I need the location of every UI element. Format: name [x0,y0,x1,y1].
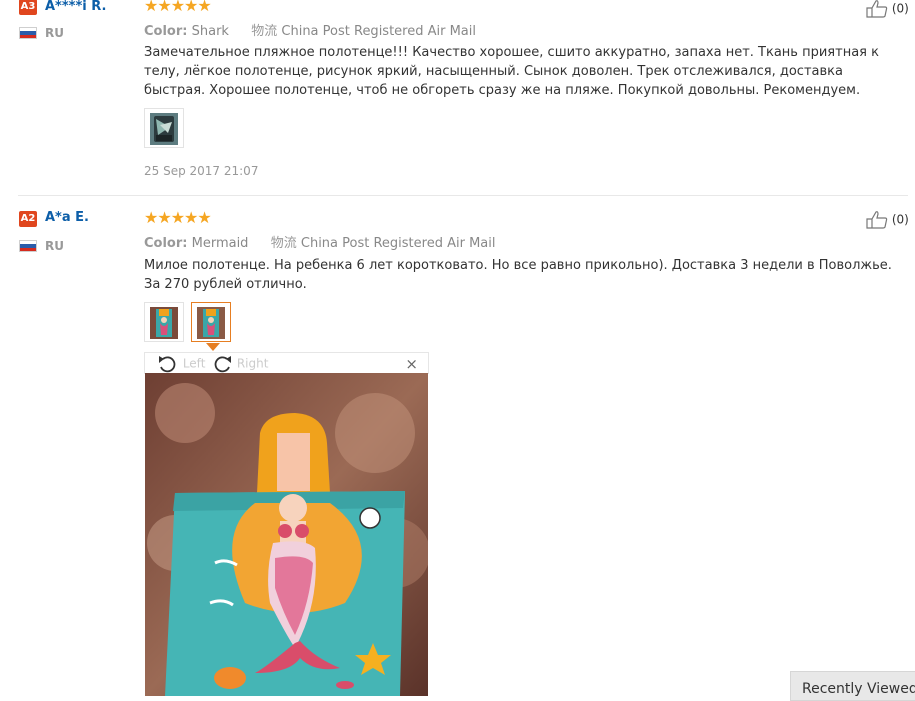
review-attributes: Color: Mermaid 物流 China Post Registered … [144,232,495,251]
review-photo-image [197,307,225,339]
rotate-right-button[interactable]: Right [211,355,268,373]
color-label: Color: [144,236,188,251]
review-photo-image [150,307,178,339]
star-rating: ★★★★★ [144,208,212,227]
reviewer-country: RU [45,26,64,40]
review-text: Замечательное пляжное полотенце!!! Качес… [144,45,879,98]
russia-flag-icon [19,27,37,39]
buyer-level-badge: A3 [19,0,37,15]
shipping-label: 物流 [251,24,278,39]
helpful-count: (0) [891,1,909,16]
review-date: 25 Sep 2017 21:07 [144,164,259,178]
color-value: Mermaid [191,236,249,251]
helpful-button[interactable]: (0) [866,211,909,229]
color-label: Color: [144,24,188,39]
reviewer-name[interactable]: A*a E. [45,210,89,225]
rotate-right-icon [214,356,231,373]
review-photo-thumbnail[interactable] [144,302,184,342]
reviewer-name[interactable]: A****i R. [45,0,106,14]
thumbs-up-icon [866,0,888,18]
selected-thumbnail-caret [206,343,220,351]
helpful-button[interactable]: (0) [866,0,909,18]
color-value: Shark [191,24,229,39]
shipping-value: China Post Registered Air Mail [281,24,476,39]
review-divider [18,195,908,196]
recently-viewed-tab[interactable]: Recently Viewed [790,671,915,701]
shipping-value: China Post Registered Air Mail [300,236,496,251]
review-photo-thumbnail-selected[interactable] [191,302,231,342]
russia-flag-icon [19,240,37,252]
helpful-count: (0) [891,212,909,227]
enlarged-review-photo [145,373,428,696]
rotate-left-label: Left [182,356,206,371]
photo-viewer-toolbar: Left Right × [144,352,429,374]
reviewer-country: RU [45,239,64,253]
buyer-level-badge: A2 [19,211,37,227]
close-viewer-button[interactable]: × [405,355,418,373]
thumbs-up-icon [866,211,888,229]
mermaid-towel-photo [145,373,428,696]
shipping-label: 物流 [270,236,297,251]
review-text: Милое полотенце. На ребенка 6 лет коротк… [144,258,892,292]
rotate-right-label: Right [236,356,269,371]
review-attributes: Color: Shark 物流 China Post Registered Ai… [144,20,476,39]
rotate-left-button[interactable]: Left [157,355,205,373]
review-photo-thumbnail[interactable] [144,108,184,148]
review-photo-image [150,113,178,145]
star-rating: ★★★★★ [144,0,212,15]
rotate-left-icon [159,356,176,373]
